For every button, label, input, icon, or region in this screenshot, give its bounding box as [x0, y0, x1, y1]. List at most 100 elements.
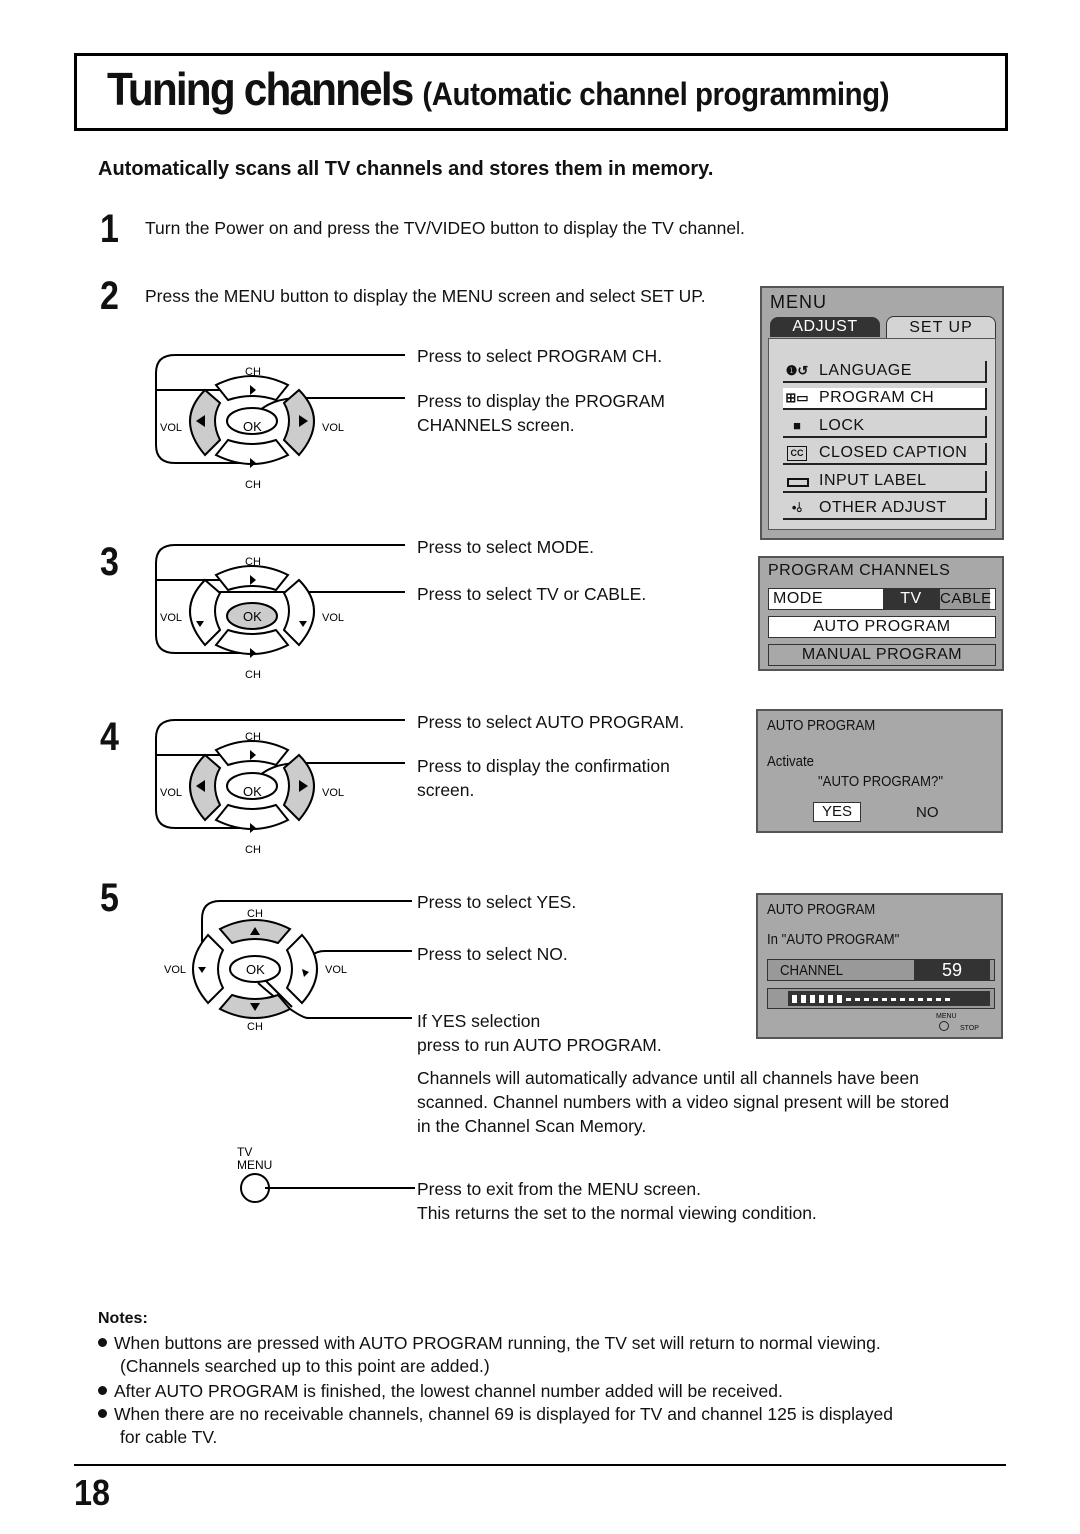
- program-channels-osd: PROGRAM CHANNELS MODE TV CABLE AUTO PROG…: [758, 556, 1004, 671]
- channel-value: 59: [914, 960, 990, 980]
- progress-status: In "AUTO PROGRAM": [767, 931, 900, 948]
- mode-option-tv[interactable]: TV: [883, 589, 939, 609]
- footer-divider: [74, 1464, 1006, 1466]
- program-channels-title: PROGRAM CHANNELS: [768, 562, 951, 579]
- note-item-1: When buttons are pressed with AUTO PROGR…: [98, 1332, 881, 1378]
- other-adjust-icon: •⫰: [791, 500, 803, 515]
- no-button[interactable]: NO: [916, 804, 939, 821]
- mode-label: MODE: [773, 590, 823, 607]
- progress-segment-empty: [855, 998, 860, 1001]
- bullet-icon: [98, 1408, 107, 1418]
- menu-item-closed-caption[interactable]: CC CLOSED CAPTION: [783, 443, 987, 465]
- note-item-2: After AUTO PROGRAM is finished, the lowe…: [98, 1380, 783, 1403]
- menu-item-program-ch[interactable]: ⊞▭ PROGRAM CH: [783, 388, 987, 410]
- title-main: Tuning channels: [107, 63, 414, 115]
- menu-callout-1: Press to exit from the MENU screen.: [417, 1179, 701, 1199]
- progress-title: AUTO PROGRAM: [767, 901, 876, 918]
- progress-segment-empty: [864, 998, 869, 1001]
- step-2-callout-1: Press to select PROGRAM CH.: [417, 346, 663, 366]
- tab-set-up[interactable]: SET UP: [886, 316, 996, 340]
- step-5-callout-2: Press to select NO.: [417, 944, 568, 964]
- input-label-icon: [787, 478, 809, 487]
- menu-item-label: PROGRAM CH: [819, 389, 935, 406]
- remote-diagram-step-2: CH CH VOL VOL OK: [150, 345, 410, 495]
- tv-menu-button-diagram: TV MENU: [220, 1140, 420, 1210]
- ch-down-label: CH: [245, 479, 261, 491]
- bullet-icon: [98, 1337, 107, 1347]
- tv-menu-label-1: TV: [237, 1145, 252, 1159]
- confirm-title: AUTO PROGRAM: [767, 717, 876, 734]
- ch-up-label: CH: [245, 556, 261, 568]
- vol-right-label: VOL: [322, 422, 344, 434]
- step-4-callout-1: Press to select AUTO PROGRAM.: [417, 712, 685, 732]
- progress-segment-empty: [927, 998, 932, 1001]
- mode-row[interactable]: MODE TV CABLE: [768, 588, 996, 610]
- auto-program-row[interactable]: AUTO PROGRAM: [768, 616, 996, 638]
- step-4-callout-2: Press to display the confirmation: [417, 756, 670, 776]
- step-2-callout-2: Press to display the PROGRAM: [417, 391, 665, 411]
- ch-up-label: CH: [247, 908, 263, 920]
- step-number-3: 3: [100, 540, 119, 584]
- vol-right-key: [282, 578, 315, 647]
- title-box: Tuning channels (Automatic channel progr…: [74, 53, 1008, 131]
- ok-label: OK: [243, 609, 262, 624]
- progress-segment-filled: [792, 995, 797, 1003]
- mode-option-cable[interactable]: CABLE: [939, 589, 991, 609]
- menu-button-icon: [939, 1021, 949, 1031]
- step-4-callout-3: screen.: [417, 780, 475, 800]
- page-number: 18: [74, 1472, 111, 1513]
- step-number-5: 5: [100, 876, 119, 920]
- menu-item-label: OTHER ADJUST: [819, 499, 947, 516]
- progress-segment-empty: [873, 998, 878, 1001]
- menu-item-lock[interactable]: ■ LOCK: [783, 416, 987, 438]
- remote-diagram-step-5: CH CH VOL VOL OK: [150, 885, 420, 1045]
- yes-button[interactable]: YES: [813, 802, 861, 822]
- ok-label: OK: [246, 962, 265, 977]
- ok-label: OK: [243, 419, 262, 434]
- progress-segment-filled: [801, 995, 806, 1003]
- tv-menu-button: [240, 1173, 270, 1203]
- tab-adjust[interactable]: ADJUST: [770, 317, 880, 337]
- progress-segment-empty: [909, 998, 914, 1001]
- page-subtitle: Automatically scans all TV channels and …: [98, 158, 714, 180]
- step-5-callout-3: If YES selection: [417, 1011, 541, 1031]
- progress-segment-empty: [882, 998, 887, 1001]
- progress-segment-filled: [828, 995, 833, 1003]
- menu-osd-screen: MENU ADJUST SET UP ❶↺ LANGUAGE ⊞▭ PROGRA…: [760, 286, 1004, 540]
- menu-item-input-label[interactable]: INPUT LABEL: [783, 471, 987, 493]
- step-3-callout-2: Press to select TV or CABLE.: [417, 584, 647, 604]
- remote-diagram-step-3: CH CH VOL VOL OK: [150, 535, 410, 685]
- ch-up-label: CH: [245, 731, 261, 743]
- ch-down-label: CH: [245, 669, 261, 681]
- progress-segment-empty: [945, 998, 950, 1001]
- progress-track: [788, 991, 990, 1006]
- progress-segment-filled: [810, 995, 815, 1003]
- page-title: Tuning channels (Automatic channel progr…: [107, 62, 890, 116]
- progress-segment-filled: [837, 995, 842, 1003]
- channel-row: CHANNEL 59: [767, 959, 995, 981]
- ch-down-label: CH: [247, 1021, 263, 1033]
- lock-icon: ■: [793, 418, 801, 433]
- progress-segment-filled: [819, 995, 824, 1003]
- channel-label: CHANNEL: [780, 962, 844, 979]
- vol-left-label: VOL: [160, 422, 182, 434]
- ok-label: OK: [243, 784, 262, 799]
- progress-bar: [767, 988, 995, 1009]
- step-number-1: 1: [100, 207, 119, 251]
- menu-item-label: CLOSED CAPTION: [819, 444, 968, 461]
- progress-segment-empty: [936, 998, 941, 1001]
- confirm-line-1: Activate: [767, 753, 814, 770]
- menu-item-other-adjust[interactable]: •⫰ OTHER ADJUST: [783, 498, 987, 520]
- step-3-callout-1: Press to select MODE.: [417, 537, 594, 557]
- vol-right-label: VOL: [325, 964, 347, 976]
- step-5-after-line-2: scanned. Channel numbers with a video si…: [417, 1092, 950, 1112]
- step-2-callout-3: CHANNELS screen.: [417, 415, 575, 435]
- menu-panel: ❶↺ LANGUAGE ⊞▭ PROGRAM CH ■ LOCK CC CLOS…: [768, 338, 996, 530]
- menu-item-language[interactable]: ❶↺ LANGUAGE: [783, 361, 987, 383]
- tv-menu-label-2: MENU: [237, 1158, 272, 1172]
- title-sub: (Automatic channel programming): [422, 76, 890, 112]
- manual-program-row[interactable]: MANUAL PROGRAM: [768, 644, 996, 666]
- vol-left-key: [192, 933, 225, 1005]
- stop-hint: MENU STOP: [936, 1013, 979, 1032]
- step-5-callout-4: press to run AUTO PROGRAM.: [417, 1035, 662, 1055]
